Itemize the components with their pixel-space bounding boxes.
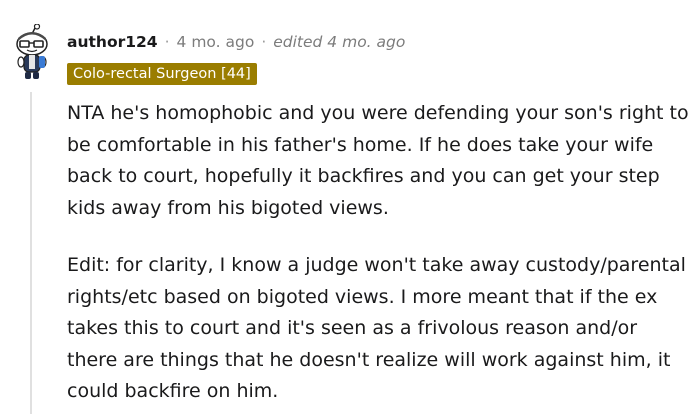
- comment-paragraph: NTA he's homophobic and you were defendi…: [67, 102, 689, 219]
- edited-label: edited 4 mo. ago: [273, 33, 406, 51]
- meta-separator: ·: [164, 33, 170, 51]
- snoo-avatar-icon[interactable]: [9, 23, 55, 82]
- meta-separator: ·: [261, 33, 267, 51]
- comment-meta: author124 · 4 mo. ago · edited 4 mo. ago: [67, 33, 405, 53]
- thread-line[interactable]: [30, 92, 32, 414]
- avatar-image: [16, 23, 48, 79]
- comment-paragraph: Edit: for clarity, I know a judge won't …: [67, 254, 686, 402]
- comment: author124 · 4 mo. ago · edited 4 mo. ago…: [0, 0, 700, 414]
- author-name[interactable]: author124: [67, 33, 158, 51]
- timestamp[interactable]: 4 mo. ago: [177, 33, 255, 51]
- comment-body: NTA he's homophobic and you were defendi…: [67, 98, 692, 408]
- user-flair: Colo-rectal Surgeon [44]: [67, 63, 257, 85]
